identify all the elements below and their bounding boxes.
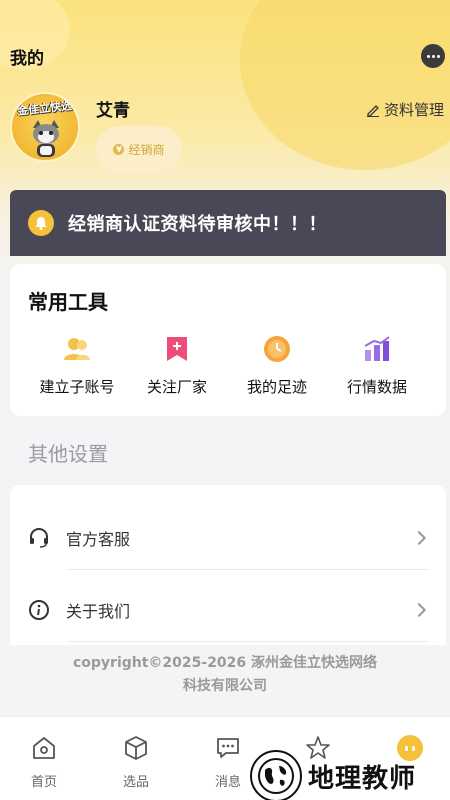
- profile-manage-link[interactable]: 资料管理: [366, 99, 444, 120]
- watermark: 地理教师: [250, 750, 416, 800]
- notice-text: 经销商认证资料待审核中！！！: [68, 214, 327, 235]
- divider: [66, 641, 430, 642]
- tool-market-data[interactable]: 行情数据: [322, 334, 432, 397]
- globe-logo-icon: [250, 750, 302, 800]
- tab-products[interactable]: 选品: [106, 735, 166, 790]
- settings-row-about-us[interactable]: 关于我们: [10, 580, 446, 640]
- tool-label: 关注厂家: [146, 378, 207, 396]
- copyright-footer: copyright©2025-2026 涿州金佳立快选网络 科技有限公司: [0, 652, 450, 698]
- tools-card: 常用工具 建立子账号 关注厂家 我的足迹 行情数据: [10, 264, 446, 416]
- tool-label: 建立子账号: [39, 378, 115, 396]
- chevron-right-icon: [411, 602, 427, 618]
- tab-label: 选品: [122, 775, 149, 790]
- chevron-right-icon: [411, 530, 427, 546]
- tab-label: 首页: [30, 775, 57, 790]
- bell-icon: [28, 210, 54, 236]
- settings-label: 关于我们: [66, 602, 131, 621]
- role-badge: ¥ 经销商: [96, 126, 182, 172]
- profile-manage-label: 资料管理: [383, 101, 444, 119]
- tool-label: 我的足迹: [246, 378, 307, 396]
- cube-icon: [123, 735, 149, 761]
- bookmark-plus-icon: [162, 334, 192, 364]
- role-badge-label: 经销商: [128, 142, 165, 157]
- cat-mascot-icon: [33, 120, 59, 157]
- coin-icon: ¥: [113, 143, 125, 155]
- tab-label: 消息: [214, 775, 241, 790]
- users-icon: [62, 334, 92, 364]
- tool-create-subaccount[interactable]: 建立子账号: [22, 334, 132, 397]
- headset-icon: [28, 527, 50, 549]
- watermark-text: 地理教师: [308, 763, 417, 794]
- settings-card: 官方客服 关于我们: [10, 485, 446, 645]
- verification-notice: 经销商认证资料待审核中！！！: [10, 190, 446, 256]
- info-icon: [28, 599, 50, 621]
- tool-follow-manufacturer[interactable]: 关注厂家: [122, 334, 232, 397]
- tab-home[interactable]: 首页: [14, 735, 74, 790]
- header-decoration: [240, 0, 450, 170]
- home-icon: [31, 735, 57, 761]
- settings-row-customer-service[interactable]: 官方客服: [10, 508, 446, 568]
- chat-icon[interactable]: [421, 44, 445, 68]
- tools-title: 常用工具: [28, 290, 108, 314]
- page-title: 我的: [10, 49, 44, 69]
- tool-my-footprint[interactable]: 我的足迹: [222, 334, 332, 397]
- bar-chart-icon: [362, 334, 392, 364]
- clock-icon: [262, 334, 292, 364]
- tab-messages[interactable]: 消息: [198, 735, 258, 790]
- tool-label: 行情数据: [346, 378, 407, 396]
- settings-label: 官方客服: [66, 530, 131, 549]
- avatar-logo-text: 金佳立快选: [16, 99, 73, 118]
- username: 艾青: [96, 101, 130, 121]
- edit-icon: [366, 104, 379, 117]
- copyright-line-2: 科技有限公司: [183, 678, 267, 694]
- divider: [66, 569, 430, 570]
- avatar[interactable]: 金佳立快选: [10, 92, 80, 162]
- copyright-line-1: copyright©2025-2026 涿州金佳立快选网络: [72, 655, 378, 671]
- other-settings-title: 其他设置: [28, 442, 108, 466]
- message-icon: [215, 735, 241, 761]
